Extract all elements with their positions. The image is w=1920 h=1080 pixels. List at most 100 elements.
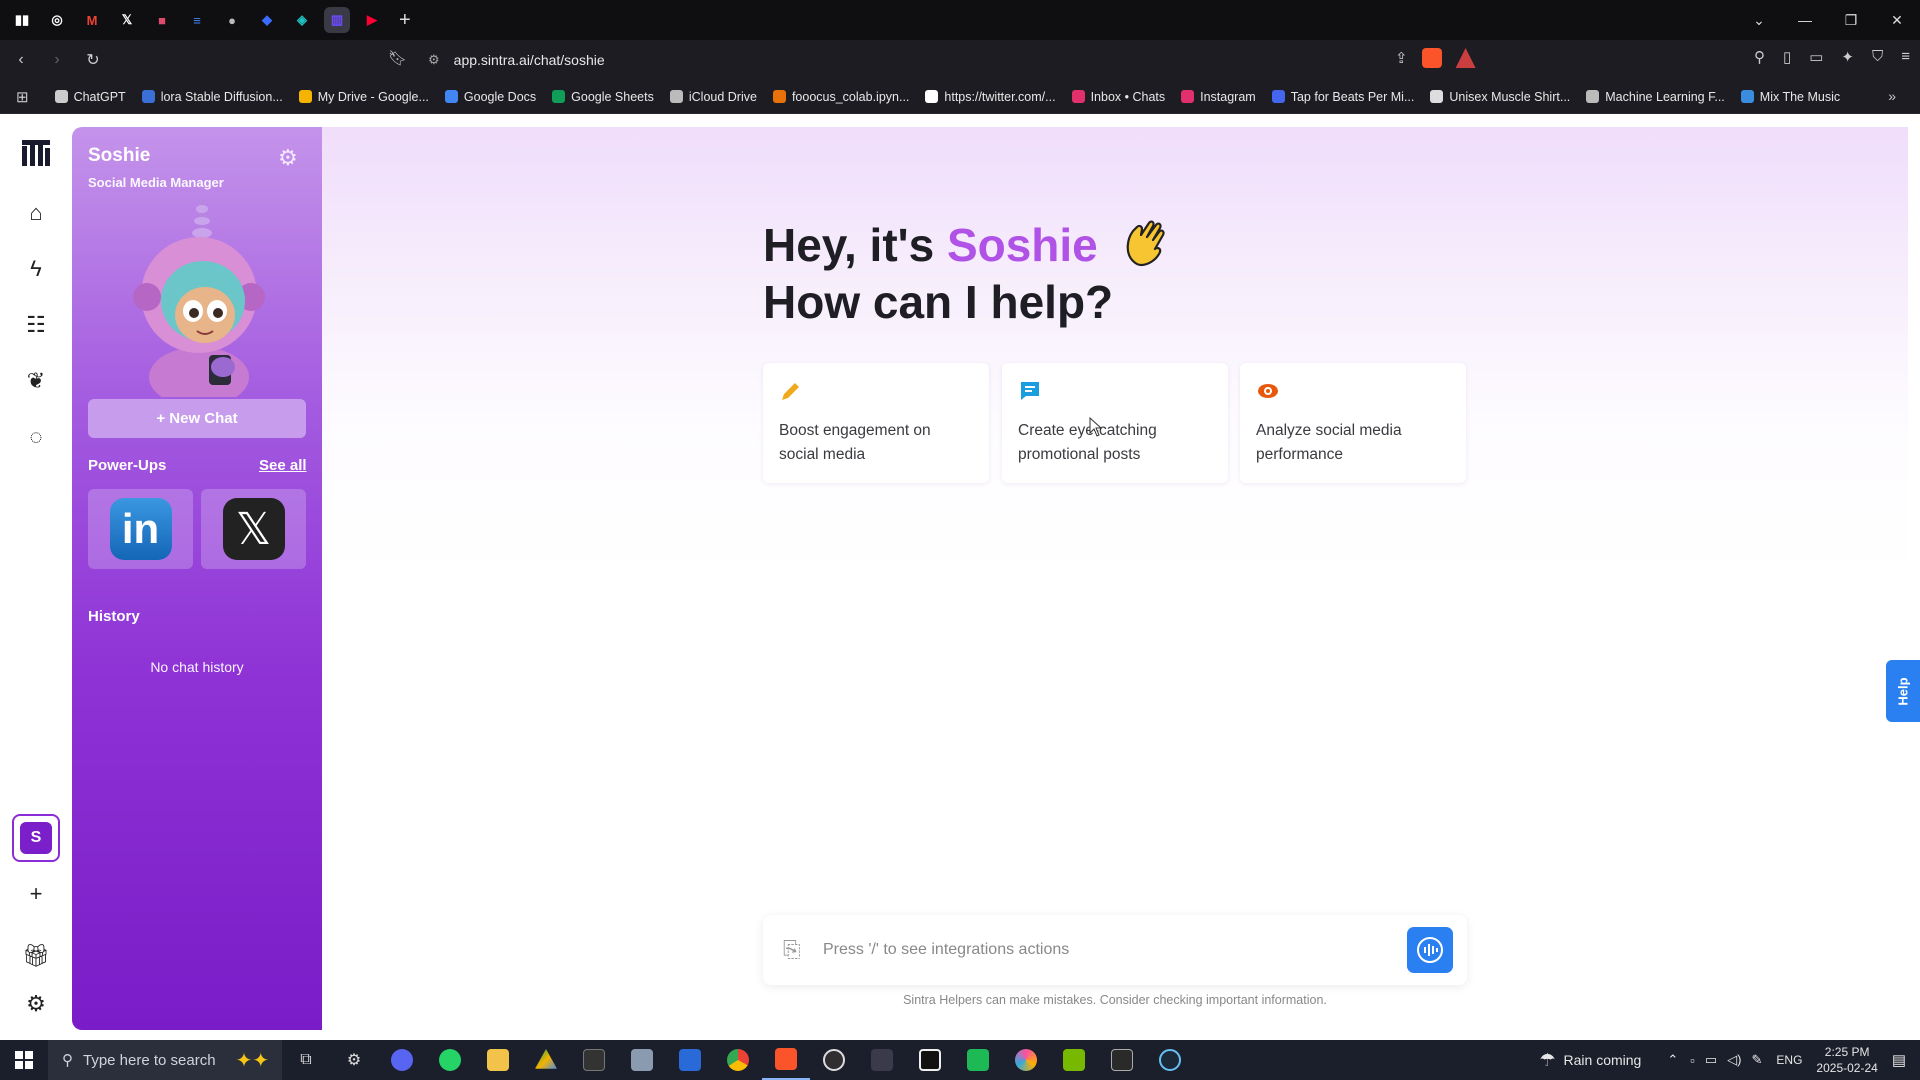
task-view-icon[interactable]: ⧉ — [282, 1040, 330, 1080]
new-chat-button[interactable]: + New Chat — [88, 399, 306, 438]
settings-icon[interactable]: ⚙︎ — [18, 986, 54, 1022]
reload-button[interactable]: ↻ — [78, 50, 108, 70]
restore-button[interactable]: ❐ — [1828, 12, 1874, 29]
menu-icon[interactable]: ≡ — [1901, 48, 1910, 66]
powerups-see-all-link[interactable]: See all — [259, 457, 307, 474]
suggestion-card-3[interactable]: Analyze social media performance — [1240, 363, 1466, 483]
bookmark-item[interactable]: Unisex Muscle Shirt... — [1430, 90, 1570, 104]
apps-grid-icon[interactable]: ⊞ — [16, 88, 29, 106]
tab-favicon-2[interactable]: ◎ — [44, 7, 70, 33]
bookmark-item[interactable]: My Drive - Google... — [298, 90, 429, 104]
wallet-icon[interactable]: ▭ — [1809, 48, 1823, 66]
tab-favicon-7[interactable]: ● — [219, 7, 245, 33]
whatsapp-app-icon[interactable] — [426, 1040, 474, 1080]
bookmark-item[interactable]: Google Sheets — [552, 90, 654, 104]
language-indicator[interactable]: ENG — [1776, 1053, 1802, 1067]
file-explorer-icon[interactable] — [474, 1040, 522, 1080]
help-tab-button[interactable]: Help — [1886, 660, 1920, 722]
tray-icon-1[interactable]: ▫ — [1690, 1053, 1695, 1068]
automations-icon[interactable]: ☷ — [18, 307, 54, 343]
sintra-logo-icon[interactable] — [22, 140, 50, 166]
more-bookmarks-icon[interactable]: » — [1888, 88, 1896, 104]
forward-button[interactable]: › — [42, 51, 72, 69]
attach-paperclip-icon[interactable]: ⎘ — [783, 937, 801, 963]
extensions-icon[interactable]: ⚲ — [1754, 48, 1765, 66]
settings-app-icon[interactable]: ⚙︎ — [330, 1040, 378, 1080]
sidebar-toggle-icon[interactable]: ▯ — [1783, 48, 1791, 66]
windows-start-button[interactable] — [0, 1040, 48, 1080]
steam-icon[interactable] — [1146, 1040, 1194, 1080]
voice-input-button[interactable] — [1407, 927, 1453, 973]
capcut-icon[interactable] — [906, 1040, 954, 1080]
network-icon[interactable]: ▭ — [1705, 1052, 1717, 1068]
bookmark-page-icon[interactable]: 🔖︎ — [388, 49, 407, 67]
davinci-icon[interactable] — [858, 1040, 906, 1080]
tab-favicon-1[interactable]: ▮▮ — [9, 7, 35, 33]
chat-input[interactable]: Press '/' to see integrations actions — [823, 941, 1069, 959]
discord-app-icon[interactable] — [378, 1040, 426, 1080]
notification-icon[interactable]: ▤ — [1892, 1051, 1906, 1069]
tab-favicon-9[interactable]: ◈ — [289, 7, 315, 33]
terminal-icon[interactable] — [570, 1040, 618, 1080]
lightning-icon[interactable]: ϟ — [18, 251, 54, 287]
brave-shields-icon[interactable] — [1421, 48, 1442, 68]
brave-rewards-icon[interactable] — [1455, 48, 1476, 68]
bookmark-item[interactable]: Machine Learning F... — [1586, 90, 1725, 104]
address-bar[interactable]: ⚙︎ app.sintra.ai/chat/soshie — [420, 44, 1532, 76]
tab-favicon-gmail[interactable]: M — [79, 7, 105, 33]
app-icon-8[interactable] — [618, 1040, 666, 1080]
tab-favicon-sintra[interactable]: ▥ — [324, 7, 350, 33]
nvidia-icon[interactable] — [1050, 1040, 1098, 1080]
url-text[interactable]: app.sintra.ai/chat/soshie — [454, 52, 605, 68]
chrome-icon[interactable] — [714, 1040, 762, 1080]
bookmark-item[interactable]: lora Stable Diffusion... — [141, 90, 283, 104]
weather-text[interactable]: Rain coming — [1564, 1052, 1642, 1068]
bookmark-item[interactable]: Mix The Music — [1740, 90, 1840, 104]
gift-icon[interactable]: 🎁︎ — [18, 938, 54, 974]
taskbar-search[interactable]: ⚲ Type here to search ✦✦ — [48, 1040, 282, 1080]
bookmark-item[interactable]: Tap for Beats Per Mi... — [1271, 90, 1414, 104]
brain-icon[interactable]: ❦ — [18, 363, 54, 399]
suggestion-card-2[interactable]: Create eye-catching promotional posts — [1002, 363, 1228, 483]
tab-favicon-docs[interactable]: ≡ — [184, 7, 210, 33]
bookmark-item[interactable]: iCloud Drive — [669, 90, 757, 104]
share-icon[interactable]: ⇪ — [1395, 49, 1408, 67]
bookmark-item[interactable]: https://twitter.com/... — [925, 90, 1056, 104]
vpn-icon[interactable]: ⛉ — [1872, 48, 1883, 66]
suggestion-card-1[interactable]: Boost engagement on social media — [763, 363, 989, 483]
tab-favicon-8[interactable]: ◆ — [254, 7, 280, 33]
clock[interactable]: 2:25 PM 2025-02-24 — [1816, 1044, 1877, 1076]
tab-list-chevron-icon[interactable]: ⌄ — [1736, 12, 1782, 29]
bookmark-item[interactable]: Google Docs — [444, 90, 536, 104]
home-icon[interactable]: ⌂ — [18, 195, 54, 231]
bookmark-item[interactable]: ChatGPT — [54, 90, 126, 104]
bookmark-item[interactable]: Inbox • Chats — [1071, 90, 1165, 104]
chat-icon[interactable]: ◌ — [18, 419, 54, 455]
tab-favicon-x[interactable]: 𝕏 — [114, 7, 140, 33]
close-window-button[interactable]: ✕ — [1874, 12, 1920, 29]
leo-ai-icon[interactable]: ✦ — [1841, 48, 1854, 66]
helper-settings-icon[interactable]: ⚙︎ — [278, 145, 298, 171]
obs-icon[interactable] — [810, 1040, 858, 1080]
site-info-icon[interactable]: ⚙︎ — [428, 52, 440, 68]
powerup-x[interactable]: 𝕏 — [201, 489, 306, 569]
bookmark-item[interactable]: Instagram — [1181, 90, 1256, 104]
taskbar-search-input[interactable]: Type here to search — [83, 1052, 216, 1069]
add-workspace-icon[interactable]: + — [18, 876, 54, 912]
tray-chevron-icon[interactable]: ⌃ — [1667, 1052, 1678, 1068]
volume-icon[interactable]: ◁) — [1727, 1052, 1741, 1068]
bookmark-item[interactable]: fooocus_colab.ipyn... — [772, 90, 909, 104]
pen-icon[interactable]: ✎ — [1752, 1052, 1763, 1068]
app-icon-15[interactable] — [954, 1040, 1002, 1080]
epic-games-icon[interactable] — [1098, 1040, 1146, 1080]
powerup-linkedin[interactable]: in — [88, 489, 193, 569]
brave-browser-icon[interactable] — [762, 1040, 810, 1080]
minimize-button[interactable]: — — [1782, 12, 1828, 28]
back-button[interactable]: ‹ — [6, 51, 36, 69]
workspace-avatar[interactable]: S — [12, 814, 60, 862]
app-icon-9[interactable] — [666, 1040, 714, 1080]
new-tab-button[interactable]: + — [399, 9, 411, 32]
google-drive-icon[interactable] — [522, 1040, 570, 1080]
tab-favicon-youtube[interactable]: ▶ — [359, 7, 385, 33]
tab-favicon-5[interactable]: ■ — [149, 7, 175, 33]
